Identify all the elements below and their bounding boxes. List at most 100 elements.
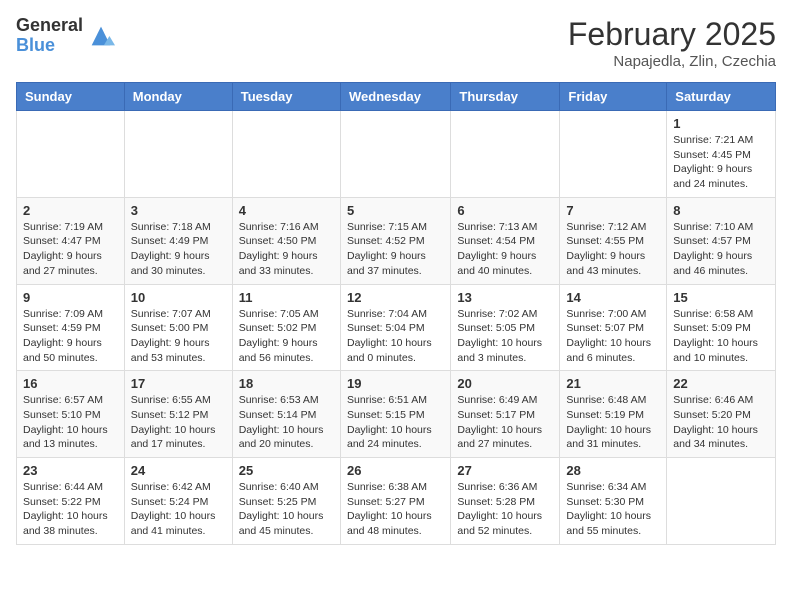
day-number: 9 xyxy=(23,290,118,305)
day-number: 22 xyxy=(673,376,769,391)
calendar-cell: 3Sunrise: 7:18 AM Sunset: 4:49 PM Daylig… xyxy=(124,197,232,284)
calendar-cell xyxy=(124,111,232,198)
calendar-cell: 2 Sunrise: 7:19 AM Sunset: 4:47 PM Daylig… xyxy=(17,197,125,284)
calendar-cell: 18 Sunrise: 6:53 AM Sunset: 5:14 PM Dayli… xyxy=(232,371,340,458)
day-of-week-header: Friday xyxy=(560,83,667,111)
day-info: Sunrise: 7:15 AM Sunset: 4:52 PM Dayligh… xyxy=(347,220,444,279)
calendar-cell xyxy=(17,111,125,198)
logo-general-text: General xyxy=(16,16,83,36)
calendar-cell: 20 Sunrise: 6:49 AM Sunset: 5:17 PM Dayli… xyxy=(451,371,560,458)
calendar-cell: 6 Sunrise: 7:13 AM Sunset: 4:54 PM Daylig… xyxy=(451,197,560,284)
day-of-week-header: Tuesday xyxy=(232,83,340,111)
day-info: Sunrise: 7:21 AM Sunset: 4:45 PM Dayligh… xyxy=(673,133,769,192)
day-info: Sunrise: 7:00 AM Sunset: 5:07 PM Dayligh… xyxy=(566,307,660,366)
calendar-cell xyxy=(451,111,560,198)
logo: General Blue xyxy=(16,16,115,56)
calendar-week-row: 16 Sunrise: 6:57 AM Sunset: 5:10 PM Dayli… xyxy=(17,371,776,458)
day-info: Sunrise: 7:04 AM Sunset: 5:04 PM Dayligh… xyxy=(347,307,444,366)
day-number: 13 xyxy=(457,290,553,305)
calendar-cell xyxy=(232,111,340,198)
day-info: Sunrise: 7:18 AM Sunset: 4:49 PM Dayligh… xyxy=(131,220,226,279)
calendar-cell: 8Sunrise: 7:10 AM Sunset: 4:57 PM Daylig… xyxy=(667,197,776,284)
day-info: Sunrise: 7:02 AM Sunset: 5:05 PM Dayligh… xyxy=(457,307,553,366)
day-info: Sunrise: 7:16 AM Sunset: 4:50 PM Dayligh… xyxy=(239,220,334,279)
day-number: 28 xyxy=(566,463,660,478)
day-number: 18 xyxy=(239,376,334,391)
calendar-cell: 12 Sunrise: 7:04 AM Sunset: 5:04 PM Dayli… xyxy=(340,284,450,371)
day-number: 20 xyxy=(457,376,553,391)
calendar-cell: 26Sunrise: 6:38 AM Sunset: 5:27 PM Dayli… xyxy=(340,458,450,545)
day-number: 21 xyxy=(566,376,660,391)
day-number: 27 xyxy=(457,463,553,478)
day-info: Sunrise: 7:10 AM Sunset: 4:57 PM Dayligh… xyxy=(673,220,769,279)
day-info: Sunrise: 6:55 AM Sunset: 5:12 PM Dayligh… xyxy=(131,393,226,452)
day-of-week-header: Saturday xyxy=(667,83,776,111)
calendar-cell: 14 Sunrise: 7:00 AM Sunset: 5:07 PM Dayli… xyxy=(560,284,667,371)
day-info: Sunrise: 6:57 AM Sunset: 5:10 PM Dayligh… xyxy=(23,393,118,452)
day-info: Sunrise: 7:12 AM Sunset: 4:55 PM Dayligh… xyxy=(566,220,660,279)
day-number: 16 xyxy=(23,376,118,391)
day-number: 12 xyxy=(347,290,444,305)
day-of-week-header: Wednesday xyxy=(340,83,450,111)
day-info: Sunrise: 7:07 AM Sunset: 5:00 PM Dayligh… xyxy=(131,307,226,366)
day-info: Sunrise: 6:48 AM Sunset: 5:19 PM Dayligh… xyxy=(566,393,660,452)
day-info: Sunrise: 6:38 AM Sunset: 5:27 PM Dayligh… xyxy=(347,480,444,539)
calendar-cell: 28Sunrise: 6:34 AM Sunset: 5:30 PM Dayli… xyxy=(560,458,667,545)
calendar-cell: 11 Sunrise: 7:05 AM Sunset: 5:02 PM Dayli… xyxy=(232,284,340,371)
page-header: General Blue February 2025 Napajedla, Zl… xyxy=(16,16,776,70)
day-info: Sunrise: 7:19 AM Sunset: 4:47 PM Dayligh… xyxy=(23,220,118,279)
day-info: Sunrise: 6:49 AM Sunset: 5:17 PM Dayligh… xyxy=(457,393,553,452)
day-info: Sunrise: 6:58 AM Sunset: 5:09 PM Dayligh… xyxy=(673,307,769,366)
calendar-cell: 27 Sunrise: 6:36 AM Sunset: 5:28 PM Dayli… xyxy=(451,458,560,545)
day-info: Sunrise: 7:05 AM Sunset: 5:02 PM Dayligh… xyxy=(239,307,334,366)
calendar-cell: 24 Sunrise: 6:42 AM Sunset: 5:24 PM Dayli… xyxy=(124,458,232,545)
day-number: 5 xyxy=(347,203,444,218)
day-info: Sunrise: 6:42 AM Sunset: 5:24 PM Dayligh… xyxy=(131,480,226,539)
day-of-week-header: Sunday xyxy=(17,83,125,111)
title-block: February 2025 Napajedla, Zlin, Czechia xyxy=(568,16,776,70)
calendar-cell: 17Sunrise: 6:55 AM Sunset: 5:12 PM Dayli… xyxy=(124,371,232,458)
calendar-cell: 25 Sunrise: 6:40 AM Sunset: 5:25 PM Dayli… xyxy=(232,458,340,545)
calendar-week-row: 1Sunrise: 7:21 AM Sunset: 4:45 PM Daylig… xyxy=(17,111,776,198)
day-number: 14 xyxy=(566,290,660,305)
calendar-cell: 9Sunrise: 7:09 AM Sunset: 4:59 PM Daylig… xyxy=(17,284,125,371)
calendar-cell: 19 Sunrise: 6:51 AM Sunset: 5:15 PM Dayli… xyxy=(340,371,450,458)
day-of-week-header: Thursday xyxy=(451,83,560,111)
calendar-cell xyxy=(667,458,776,545)
calendar-cell: 23 Sunrise: 6:44 AM Sunset: 5:22 PM Dayli… xyxy=(17,458,125,545)
calendar-cell: 13 Sunrise: 7:02 AM Sunset: 5:05 PM Dayli… xyxy=(451,284,560,371)
calendar-week-row: 9Sunrise: 7:09 AM Sunset: 4:59 PM Daylig… xyxy=(17,284,776,371)
day-info: Sunrise: 7:13 AM Sunset: 4:54 PM Dayligh… xyxy=(457,220,553,279)
day-of-week-header: Monday xyxy=(124,83,232,111)
calendar-cell xyxy=(560,111,667,198)
calendar-cell: 5 Sunrise: 7:15 AM Sunset: 4:52 PM Daylig… xyxy=(340,197,450,284)
calendar-cell: 10Sunrise: 7:07 AM Sunset: 5:00 PM Dayli… xyxy=(124,284,232,371)
day-info: Sunrise: 6:46 AM Sunset: 5:20 PM Dayligh… xyxy=(673,393,769,452)
location: Napajedla, Zlin, Czechia xyxy=(568,53,776,70)
day-number: 11 xyxy=(239,290,334,305)
calendar-cell: 22 Sunrise: 6:46 AM Sunset: 5:20 PM Dayli… xyxy=(667,371,776,458)
day-info: Sunrise: 6:51 AM Sunset: 5:15 PM Dayligh… xyxy=(347,393,444,452)
day-number: 2 xyxy=(23,203,118,218)
day-number: 23 xyxy=(23,463,118,478)
calendar-cell xyxy=(340,111,450,198)
calendar-cell: 1Sunrise: 7:21 AM Sunset: 4:45 PM Daylig… xyxy=(667,111,776,198)
day-number: 6 xyxy=(457,203,553,218)
calendar-cell: 4 Sunrise: 7:16 AM Sunset: 4:50 PM Daylig… xyxy=(232,197,340,284)
logo-icon xyxy=(87,22,115,50)
day-number: 19 xyxy=(347,376,444,391)
calendar-week-row: 23 Sunrise: 6:44 AM Sunset: 5:22 PM Dayli… xyxy=(17,458,776,545)
day-number: 4 xyxy=(239,203,334,218)
day-number: 25 xyxy=(239,463,334,478)
calendar-table: SundayMondayTuesdayWednesdayThursdayFrid… xyxy=(16,82,776,545)
calendar-header-row: SundayMondayTuesdayWednesdayThursdayFrid… xyxy=(17,83,776,111)
day-number: 7 xyxy=(566,203,660,218)
calendar-cell: 7 Sunrise: 7:12 AM Sunset: 4:55 PM Daylig… xyxy=(560,197,667,284)
day-number: 15 xyxy=(673,290,769,305)
day-info: Sunrise: 6:36 AM Sunset: 5:28 PM Dayligh… xyxy=(457,480,553,539)
day-info: Sunrise: 6:40 AM Sunset: 5:25 PM Dayligh… xyxy=(239,480,334,539)
day-info: Sunrise: 6:53 AM Sunset: 5:14 PM Dayligh… xyxy=(239,393,334,452)
calendar-cell: 21 Sunrise: 6:48 AM Sunset: 5:19 PM Dayli… xyxy=(560,371,667,458)
day-info: Sunrise: 6:44 AM Sunset: 5:22 PM Dayligh… xyxy=(23,480,118,539)
day-number: 24 xyxy=(131,463,226,478)
